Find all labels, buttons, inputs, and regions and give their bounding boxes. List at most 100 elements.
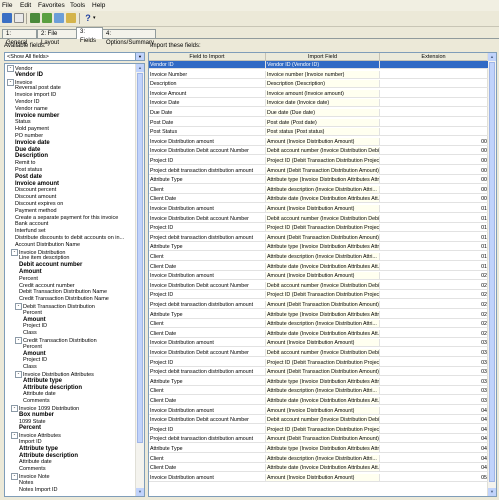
tree-field[interactable]: Project ID	[23, 323, 47, 330]
import-field-cell[interactable]: Project ID (Debit Transaction Distributi…	[266, 358, 380, 367]
import-field-cell[interactable]: Attribute type (Invoice Distribution Att…	[266, 310, 380, 319]
table-row[interactable]: Attribute Type Attribute type (Invoice Di…	[149, 176, 488, 185]
import-field-cell[interactable]: Amount (Debit Transaction Distribution A…	[266, 301, 380, 309]
extension-cell[interactable]: 03	[380, 359, 488, 367]
field-to-import-cell[interactable]: Description	[149, 80, 266, 89]
field-to-import-cell[interactable]: Invoice Distribution Debit account Numbe…	[149, 416, 266, 425]
field-to-import-cell[interactable]: Attribute Type	[149, 445, 266, 453]
extension-cell[interactable]: 02	[380, 282, 488, 290]
import-field-cell[interactable]: Amount (Debit Transaction Distribution A…	[266, 435, 380, 444]
import-field-cell[interactable]: Post date (Post date)	[266, 118, 380, 127]
collapse-icon[interactable]: -	[7, 65, 14, 72]
import-field-cell[interactable]: Attribute date (Invoice Distribution Att…	[266, 329, 380, 338]
extension-cell[interactable]: 02	[380, 291, 488, 300]
field-to-import-cell[interactable]: Project ID	[149, 291, 266, 300]
import-field-cell[interactable]: Attribute date (Invoice Distribution Att…	[266, 262, 380, 271]
tree-field[interactable]: Attribute date	[19, 459, 52, 466]
table-row[interactable]: Invoice Date Invoice date (Invoice date)	[149, 99, 488, 108]
field-to-import-cell[interactable]: Attribute Type	[149, 176, 266, 185]
import-field-cell[interactable]: Debit account number (Invoice Distributi…	[266, 281, 380, 290]
tree-field[interactable]: Import ID	[19, 439, 42, 446]
tree-group[interactable]: - Invoice Distribution Attributes	[15, 371, 94, 378]
import-field-cell[interactable]: Amount (Invoice Distribution Amount)	[266, 272, 380, 281]
tree-field[interactable]: Line item description	[19, 255, 69, 262]
field-to-import-cell[interactable]: Attribute Type	[149, 377, 266, 386]
field-to-import-cell[interactable]: Project debit transaction distribution a…	[149, 368, 266, 377]
extension-cell[interactable]: 02	[380, 311, 488, 319]
table-row[interactable]: Project ID Project ID (Debit Transaction …	[149, 425, 488, 434]
import-field-cell[interactable]: Debit account number (Invoice Distributi…	[266, 214, 380, 223]
scroll-up-icon[interactable]: ▲	[136, 64, 144, 72]
field-to-import-cell[interactable]: Invoice Distribution Debit account Numbe…	[149, 214, 266, 223]
import-field-cell[interactable]: Vendor ID (Vendor ID)	[266, 61, 380, 69]
table-row[interactable]: Client Date Attribute date (Invoice Distr…	[149, 195, 488, 204]
tree-field[interactable]: Discount percent	[15, 187, 56, 194]
table-row[interactable]: Due Date Due date (Due date)	[149, 109, 488, 117]
tab-general[interactable]: 1: General	[2, 29, 37, 46]
tree-field[interactable]: Amount	[19, 269, 42, 276]
menu-edit[interactable]: Edit	[20, 2, 31, 9]
import-field-cell[interactable]: Invoice date (Invoice date)	[266, 99, 380, 108]
tree-field[interactable]: Attribute date	[23, 391, 56, 398]
import-field-cell[interactable]: Attribute date (Invoice Distribution Att…	[266, 464, 380, 473]
import-field-cell[interactable]: Attribute date (Invoice Distribution Att…	[266, 397, 380, 405]
field-to-import-cell[interactable]: Project ID	[149, 425, 266, 434]
scrollbar-thumb[interactable]	[137, 73, 143, 443]
field-to-import-cell[interactable]: Invoice Distribution Debit account Numbe…	[149, 349, 266, 357]
import-field-cell[interactable]: Amount (Invoice Distribution Amount)	[266, 406, 380, 415]
extension-cell[interactable]: 01	[380, 224, 488, 233]
collapse-icon[interactable]: -	[11, 248, 18, 256]
table-row[interactable]: Project ID Project ID (Debit Transaction …	[149, 157, 488, 165]
extension-cell[interactable]: 05	[380, 474, 488, 482]
column-header-import-field[interactable]: Import Field	[266, 53, 380, 61]
tree-field[interactable]: Invoice amount	[15, 181, 59, 188]
field-to-import-cell[interactable]: Vendor ID	[149, 61, 266, 69]
extension-cell[interactable]	[380, 128, 488, 137]
table-row[interactable]: Client Attribute description (Invoice Dis…	[149, 185, 488, 194]
tree-field[interactable]: Attribute type	[19, 446, 58, 453]
tree-field[interactable]: Hold payment	[15, 126, 49, 133]
extension-cell[interactable]: 02	[380, 272, 488, 281]
tree-field[interactable]: 1099 State	[19, 419, 46, 426]
collapse-icon[interactable]: -	[11, 432, 18, 440]
table-row[interactable]: Invoice Distribution amount Amount (Invoi…	[149, 339, 488, 348]
tree-scrollbar[interactable]: ▲ ▼	[135, 64, 144, 496]
menu-help[interactable]: Help	[92, 2, 105, 9]
tree-field[interactable]: Post status	[15, 167, 42, 174]
help-icon[interactable]: ?	[83, 13, 93, 23]
collapse-icon[interactable]: -	[11, 405, 18, 412]
tree-group[interactable]: - Invoice 1099 Distribution	[11, 405, 79, 412]
tree-field[interactable]: Reversal post date	[15, 85, 61, 92]
table-row[interactable]: Invoice Distribution amount Amount (Invoi…	[149, 406, 488, 415]
table-row[interactable]: Invoice Distribution amount Amount (Invoi…	[149, 473, 488, 482]
extension-cell[interactable]	[380, 61, 488, 69]
tree-group[interactable]: - Debit Transaction Distribution	[15, 303, 95, 310]
extension-cell[interactable]: 04	[380, 416, 488, 425]
import-field-cell[interactable]: Amount (Invoice Distribution Amount)	[266, 473, 380, 482]
tree-field[interactable]: Notes Import ID	[19, 487, 58, 494]
import-icon[interactable]	[30, 13, 40, 23]
collapse-icon[interactable]: -	[7, 78, 14, 86]
import-field-cell[interactable]: Debit account number (Invoice Distributi…	[266, 147, 380, 156]
import-field-cell[interactable]: Attribute type (Invoice Distribution Att…	[266, 243, 380, 252]
extension-cell[interactable]: 00	[380, 147, 488, 156]
import-field-cell[interactable]: Description (Description)	[266, 80, 380, 89]
tree-field[interactable]: Remit to	[15, 160, 35, 167]
scroll-down-icon[interactable]: ▼	[488, 488, 496, 496]
extension-cell[interactable]: 01	[380, 215, 488, 223]
table-row[interactable]: Client Date Attribute date (Invoice Distr…	[149, 464, 488, 473]
table-row[interactable]: Project debit transaction distribution a…	[149, 233, 488, 242]
extension-cell[interactable]: 00	[380, 186, 488, 194]
import-field-cell[interactable]: Attribute date (Invoice Distribution Att…	[266, 195, 380, 204]
field-to-import-cell[interactable]: Invoice Distribution Debit account Numbe…	[149, 281, 266, 290]
tree-field[interactable]: Debit Transaction Distribution Name	[19, 289, 107, 296]
collapse-icon[interactable]: -	[15, 337, 22, 344]
table-row[interactable]: Client Attribute description (Invoice Dis…	[149, 454, 488, 463]
extension-cell[interactable]: 01	[380, 253, 488, 261]
import-field-cell[interactable]: Project ID (Debit Transaction Distributi…	[266, 425, 380, 434]
field-to-import-cell[interactable]: Project debit transaction distribution a…	[149, 301, 266, 309]
import-field-cell[interactable]: Amount (Debit Transaction Distribution A…	[266, 368, 380, 377]
tree-field[interactable]: Credit Transaction Distribution Name	[19, 296, 109, 303]
column-header-extension[interactable]: Extension	[380, 53, 488, 61]
table-row[interactable]: Client Date Attribute date (Invoice Distr…	[149, 329, 488, 338]
